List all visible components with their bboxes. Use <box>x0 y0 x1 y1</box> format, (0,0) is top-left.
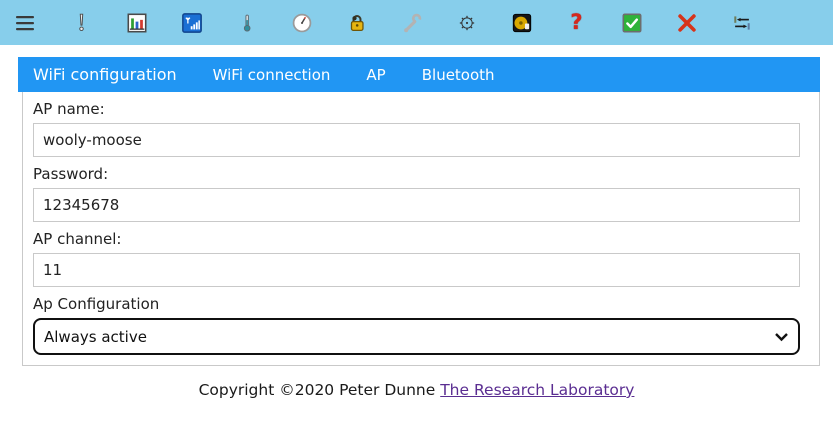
toolbar-icon-row: ? <box>54 0 769 45</box>
clock-icon[interactable] <box>274 0 329 45</box>
menu-icon[interactable] <box>13 11 37 35</box>
ap-channel-label: AP channel: <box>33 230 122 248</box>
minidisc-icon[interactable] <box>494 0 549 45</box>
research-laboratory-link[interactable]: The Research Laboratory <box>440 381 634 399</box>
ap-configuration-label: Ap Configuration <box>33 295 160 313</box>
padlock-icon[interactable] <box>329 0 384 45</box>
bar-chart-icon[interactable] <box>109 0 164 45</box>
tab-ap[interactable]: AP <box>351 66 400 84</box>
tab-bar: WiFi configuration WiFi connection AP Bl… <box>18 57 820 92</box>
footer: Copyright ©2020 Peter Dunne The Research… <box>0 381 833 399</box>
ap-channel-input[interactable] <box>33 253 800 287</box>
ap-name-input[interactable] <box>33 123 800 157</box>
password-label: Password: <box>33 165 109 183</box>
tab-wifi-configuration[interactable]: WiFi configuration <box>18 65 192 84</box>
signal-strength-icon[interactable] <box>164 0 219 45</box>
toolbar: ? <box>0 0 833 45</box>
question-mark-icon[interactable]: ? <box>549 0 604 45</box>
question-mark-glyph: ? <box>570 10 583 34</box>
copyright-text: Copyright ©2020 Peter Dunne <box>198 381 441 399</box>
checkbox-checked-icon[interactable] <box>604 0 659 45</box>
red-x-icon[interactable] <box>659 0 714 45</box>
thermometer-icon[interactable] <box>219 0 274 45</box>
tab-wifi-connection[interactable]: WiFi connection <box>198 66 346 84</box>
swap-arrows-icon[interactable] <box>714 0 769 45</box>
wrench-icon[interactable] <box>384 0 439 45</box>
ap-configuration-select-wrap: Always active <box>33 318 800 355</box>
ap-configuration-select[interactable]: Always active <box>33 318 800 355</box>
exclamation-icon[interactable] <box>54 0 109 45</box>
tab-bluetooth[interactable]: Bluetooth <box>407 66 510 84</box>
password-input[interactable] <box>33 188 800 222</box>
wifi-configuration-panel: AP name: Password: AP channel: Ap Config… <box>22 92 820 366</box>
ap-name-label: AP name: <box>33 100 105 118</box>
gear-icon[interactable] <box>439 0 494 45</box>
